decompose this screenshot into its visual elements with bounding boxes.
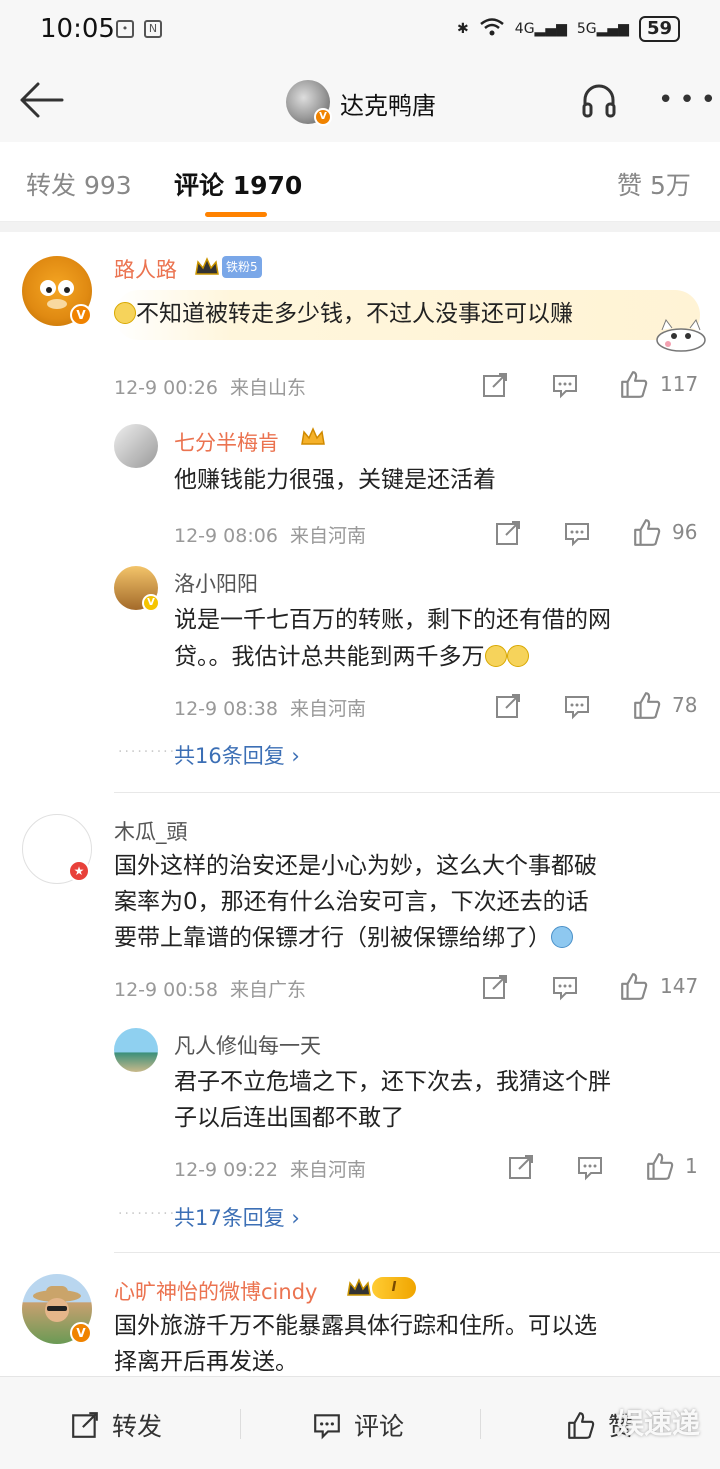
comment-text-line-2: 案率为0，那还有什么治安可言，下次还去的话 xyxy=(114,889,589,915)
tab-bar: 转发 993 评论 1970 赞 5万 xyxy=(0,142,720,222)
cat-sticker-icon xyxy=(654,316,708,352)
like-count: 1 xyxy=(685,1154,698,1178)
reply-text-line-2: 贷。。我估计总共能到两千多万 xyxy=(174,639,529,676)
signal-5g-icon: 5G▂▄▆ xyxy=(576,21,629,37)
reply-timestamp: 12-9 08:38 来自河南 xyxy=(174,698,367,720)
wifi-icon xyxy=(479,17,505,41)
reply-avatar[interactable] xyxy=(114,424,158,468)
comment-icon xyxy=(314,1414,340,1440)
like-count: 147 xyxy=(660,974,699,998)
comment-icon[interactable] xyxy=(576,1153,604,1181)
comment-username[interactable]: 路人路 xyxy=(114,254,177,284)
back-button[interactable] xyxy=(18,80,66,120)
reply-avatar[interactable] xyxy=(114,1028,158,1072)
listen-button[interactable] xyxy=(580,82,618,120)
crown-icon xyxy=(347,1278,371,1296)
comment-icon[interactable] xyxy=(563,519,591,547)
reply-timestamp: 12-9 08:06 来自河南 xyxy=(174,525,367,547)
tab-repost[interactable]: 转发 993 xyxy=(26,166,132,202)
rolling-eyes-emoji-icon xyxy=(484,645,507,667)
like-icon[interactable] xyxy=(619,369,649,399)
like-count: 78 xyxy=(672,693,698,717)
reply-timestamp: 12-9 09:22 来自河南 xyxy=(174,1159,367,1181)
signal-4g-icon: 4G▂▄▆ xyxy=(514,21,567,37)
nfc-icon: N xyxy=(144,20,162,38)
status-bar: 10:05 • N ✱ 4G▂▄▆ 5G▂▄▆ 59 xyxy=(0,0,720,62)
share-icon[interactable] xyxy=(481,371,509,399)
verified-badge: V xyxy=(314,108,332,126)
verified-badge: V xyxy=(70,1322,92,1344)
like-count: 96 xyxy=(672,520,698,544)
top-nav-bar: V 达克鸭唐 ••• xyxy=(0,62,720,142)
comment-icon[interactable] xyxy=(551,973,579,1001)
comment-text: 不知道被转走多少钱，不过人没事还可以赚 xyxy=(114,296,573,333)
comment-timestamp: 12-9 00:26 来自山东 xyxy=(114,377,307,399)
rolling-eyes-emoji-icon xyxy=(506,645,529,667)
red-star-badge: ★ xyxy=(68,860,90,882)
tab-comments[interactable]: 评论 1970 xyxy=(174,166,302,202)
verified-badge: V xyxy=(70,304,92,326)
reply-text: 他赚钱能力很强，关键是还活着 xyxy=(174,467,496,493)
bottom-action-bar: 转发 评论 赞 xyxy=(0,1376,720,1469)
share-icon[interactable] xyxy=(507,1153,535,1181)
more-replies-link[interactable]: 共16条回复 › xyxy=(174,740,300,770)
share-icon[interactable] xyxy=(481,973,509,1001)
verified-badge: V xyxy=(142,594,160,612)
reply-username[interactable]: 洛小阳阳 xyxy=(174,568,258,598)
comment-label: 评论 xyxy=(354,1412,405,1441)
status-time: 10:05 xyxy=(40,14,115,44)
comment-text-line-1: 国外这样的治安还是小心为妙，这么大个事都破 xyxy=(114,853,597,879)
headphones-icon xyxy=(582,84,616,118)
comment-icon[interactable] xyxy=(563,692,591,720)
more-replies-link[interactable]: 共17条回复 › xyxy=(174,1202,300,1232)
bluetooth-icon: ✱ xyxy=(457,21,469,37)
like-icon[interactable] xyxy=(632,517,662,547)
comment-button[interactable]: 评论 xyxy=(312,1407,404,1443)
comment-text-line-3: 要带上靠谱的保镖才行（别被保镖给绑了） xyxy=(114,920,573,957)
like-icon[interactable] xyxy=(619,971,649,1001)
share-icon[interactable] xyxy=(494,519,522,547)
reply-text-line-1: 说是一千七百万的转账，剩下的还有借的网 xyxy=(174,607,611,633)
notification-icon: • xyxy=(116,20,134,38)
like-icon xyxy=(568,1412,595,1439)
comment-username[interactable]: 木瓜_頭 xyxy=(114,816,188,846)
battery-indicator: 59 xyxy=(638,16,680,42)
tab-likes[interactable]: 赞 5万 xyxy=(617,166,691,202)
reply-text-line-2: 子以后连出国都不敢了 xyxy=(174,1105,404,1131)
crying-laughing-emoji-icon xyxy=(551,926,573,948)
active-tab-indicator xyxy=(205,212,267,217)
watermark: 娱速递 xyxy=(615,1407,700,1440)
share-icon[interactable] xyxy=(494,692,522,720)
comment-text-line-1: 国外旅游千万不能暴露具体行踪和住所。可以选 xyxy=(114,1313,597,1339)
comment-username[interactable]: 心旷神怡的微博cindy xyxy=(114,1276,317,1306)
reply-username[interactable]: 七分半梅肯 xyxy=(174,427,279,457)
fan-level-badge: 铁粉5 xyxy=(222,256,262,278)
crown-icon xyxy=(195,257,219,275)
like-icon[interactable] xyxy=(632,690,662,720)
more-options-button[interactable]: ••• xyxy=(658,87,720,113)
share-icon xyxy=(72,1412,98,1438)
repost-button[interactable]: 转发 xyxy=(70,1407,162,1443)
page-title: 达克鸭唐 xyxy=(340,92,436,120)
like-count: 117 xyxy=(660,372,699,396)
flushed-emoji-icon xyxy=(114,302,136,324)
comment-icon[interactable] xyxy=(551,371,579,399)
crown-icon xyxy=(301,427,325,445)
repost-label: 转发 xyxy=(112,1412,163,1441)
like-icon[interactable] xyxy=(645,1151,675,1181)
reply-username[interactable]: 凡人修仙每一天 xyxy=(174,1030,321,1060)
vip-level-badge: I xyxy=(372,1277,416,1299)
comment-timestamp: 12-9 00:58 来自广东 xyxy=(114,979,307,1001)
arrow-left-icon xyxy=(20,82,64,118)
reply-text-line-1: 君子不立危墙之下，还下次去，我猜这个胖 xyxy=(174,1069,611,1095)
